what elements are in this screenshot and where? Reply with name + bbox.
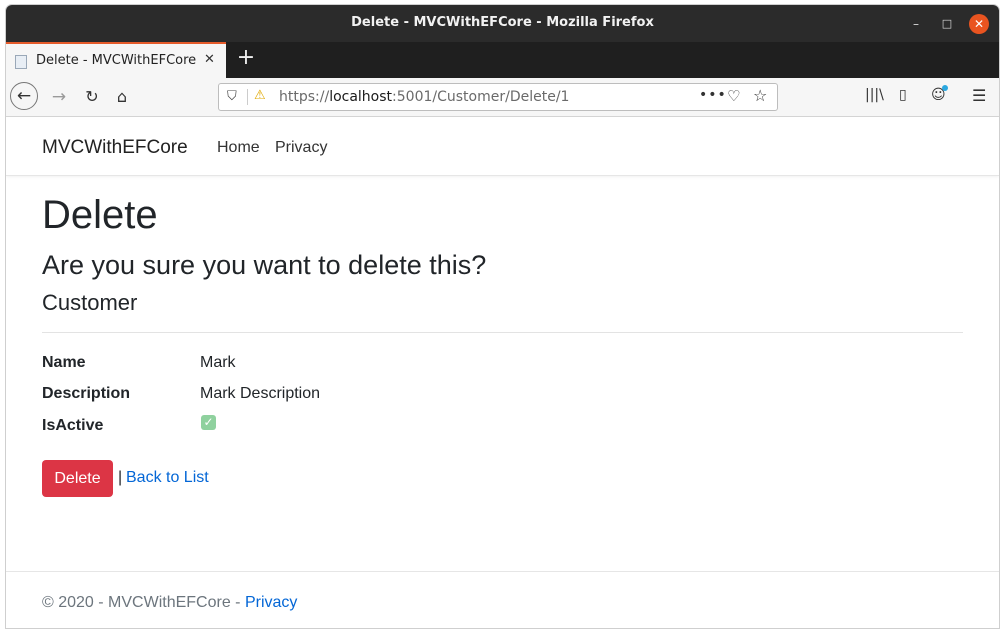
field-label-isactive: IsActive	[42, 417, 104, 434]
nav-link-home[interactable]: Home	[217, 139, 260, 157]
title-bar: Delete - MVCWithEFCore - Mozilla Firefox…	[6, 5, 999, 42]
confirm-question: Are you sure you want to delete this?	[42, 250, 487, 280]
close-window-button[interactable]: ✕	[969, 14, 989, 34]
field-label-name: Name	[42, 354, 86, 371]
field-label-description: Description	[42, 385, 131, 402]
nav-link-privacy[interactable]: Privacy	[275, 139, 327, 157]
url-host: localhost	[329, 89, 393, 105]
back-to-list-link[interactable]: Back to List	[126, 469, 209, 487]
page-actions-icon[interactable]: •••	[699, 87, 727, 103]
library-icon[interactable]: |||\	[865, 87, 884, 103]
forward-button[interactable]: →	[46, 84, 72, 110]
new-tab-button[interactable]: +	[234, 47, 258, 71]
reload-button[interactable]: ↻	[79, 84, 105, 110]
minimize-button[interactable]: –	[906, 14, 926, 34]
page-favicon-icon	[15, 55, 27, 69]
hamburger-menu-icon[interactable]: ☰	[972, 86, 986, 105]
tab-active[interactable]: Delete - MVCWithEFCore ✕	[6, 42, 226, 78]
navigation-toolbar: ← → ↻ ⌂ ⛉ ⚠ https://localhost:5001/Custo…	[6, 78, 999, 117]
tab-close-icon[interactable]: ✕	[204, 52, 215, 67]
copyright-text: © 2020 - MVCWithEFCore -	[42, 594, 245, 611]
account-icon[interactable]: ☺	[931, 85, 948, 103]
tracking-protection-shield-icon[interactable]: ⛉	[227, 89, 237, 104]
sidebar-icon[interactable]: ▯	[899, 87, 907, 103]
page-footer: © 2020 - MVCWithEFCore - Privacy	[6, 571, 999, 628]
url-bar[interactable]: ⛉ ⚠ https://localhost:5001/Customer/Dele…	[218, 83, 778, 111]
maximize-button[interactable]: □	[937, 14, 957, 34]
link-separator: |	[118, 469, 123, 486]
url-text[interactable]: https://localhost:5001/Customer/Delete/1	[279, 89, 569, 105]
tab-bar: Delete - MVCWithEFCore ✕ +	[6, 42, 999, 78]
site-brand-link[interactable]: MVCWithEFCore	[42, 137, 188, 159]
bookmark-star-icon[interactable]: ☆	[753, 86, 767, 105]
page-title: Delete	[42, 193, 158, 237]
notification-dot	[942, 85, 948, 91]
url-path: :5001/Customer/Delete/1	[392, 89, 570, 105]
back-button[interactable]: ←	[10, 82, 38, 110]
home-button[interactable]: ⌂	[109, 84, 135, 110]
page-content: MVCWithEFCore Home Privacy Delete Are yo…	[6, 117, 999, 628]
browser-window: Delete - MVCWithEFCore - Mozilla Firefox…	[6, 5, 999, 628]
field-value-name: Mark	[200, 354, 236, 371]
isactive-checkbox: ✓	[201, 415, 216, 430]
entity-name: Customer	[42, 290, 138, 315]
footer-privacy-link[interactable]: Privacy	[245, 594, 297, 611]
url-separator	[247, 89, 248, 105]
url-prefix: https://	[279, 89, 330, 105]
delete-button[interactable]: Delete	[42, 460, 113, 497]
divider	[42, 332, 963, 333]
insecure-lock-warning-icon[interactable]: ⚠	[254, 88, 266, 103]
pocket-icon[interactable]: ♡	[727, 87, 740, 105]
tab-title: Delete - MVCWithEFCore	[36, 53, 197, 68]
footer-text: © 2020 - MVCWithEFCore - Privacy	[42, 594, 297, 612]
window-title: Delete - MVCWithEFCore - Mozilla Firefox	[351, 15, 654, 30]
site-navbar: MVCWithEFCore Home Privacy	[6, 117, 999, 176]
field-value-description: Mark Description	[200, 385, 321, 402]
